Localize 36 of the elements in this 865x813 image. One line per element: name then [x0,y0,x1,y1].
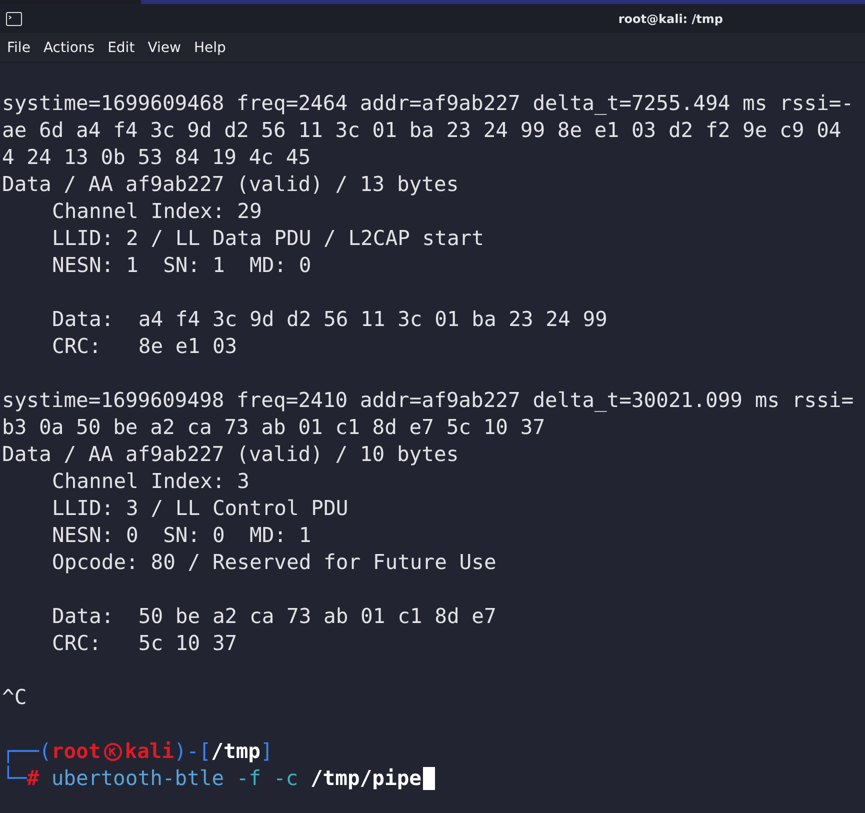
output-line: Channel Index: 29 [51,198,263,225]
output-line: ^C [2,684,28,711]
output-line: Opcode: 80 / Reserved for Future Use [51,549,498,576]
output-line: CRC: 8e e1 03 [51,333,238,360]
output-line: Data: 50 be a2 ca 73 ab 01 c1 8d e7 [51,603,498,630]
output-line: systime=1699609498 freq=2410 addr=af9ab227 delta_t=30021.099 ms rssi= [2,387,855,414]
menu-item[interactable]: Edit [102,40,140,56]
menu-item[interactable]: Actions [38,40,100,56]
menu-item[interactable]: Help [188,40,231,56]
output-line: ae 6d a4 f4 3c 9d d2 56 11 3c 01 ba 23 24 99 8e e1 03 d2 f2 9e c9 04 [2,117,842,144]
prompt-bracket: ] [260,738,273,765]
output-line: Data / AA af9ab227 (valid) / 13 bytes [2,171,460,198]
prompt-bracket: ┌──( [2,738,52,765]
output-line: LLID: 3 / LL Control PDU [51,495,350,522]
output-line: Data / AA af9ab227 (valid) / 10 bytes [2,441,460,468]
prompt-corner: └─ [2,765,27,792]
output-line: Data: a4 f4 3c 9d d2 56 11 3c 01 ba 23 24 99 [51,306,608,333]
menu-item[interactable]: View [142,40,186,56]
prompt-host: kali [124,738,174,765]
prompt-directory: /tmp [211,738,261,765]
prompt-symbol: # [26,766,40,792]
menu-item[interactable]: File [2,40,36,56]
output-line: NESN: 1 SN: 1 MD: 0 [51,252,312,279]
output-line: LLID: 2 / LL Data PDU / L2CAP start [51,225,485,252]
output-line: 4 24 13 0b 53 84 19 4c 45 [2,144,312,171]
output-line: CRC: 5c 10 37 [51,630,238,657]
command-path: /tmp/pipe [310,765,422,792]
prompt-user: root [51,738,101,765]
prompt-bracket: )-[ [174,738,212,765]
output-line: systime=1699609468 freq=2464 addr=af9ab227 delta_t=7255.494 ms rssi=- [2,90,855,117]
output-line: NESN: 0 SN: 0 MD: 1 [51,522,312,549]
command-flags: -f -c [236,765,298,792]
command-name: ubertooth-btle [51,765,224,792]
output-line: b3 0a 50 be a2 ca 73 ab 01 c1 8d e7 5c 10 37 [2,414,546,441]
output-line: Channel Index: 3 [51,468,250,495]
window-title: root@kali: /tmp [618,12,723,26]
